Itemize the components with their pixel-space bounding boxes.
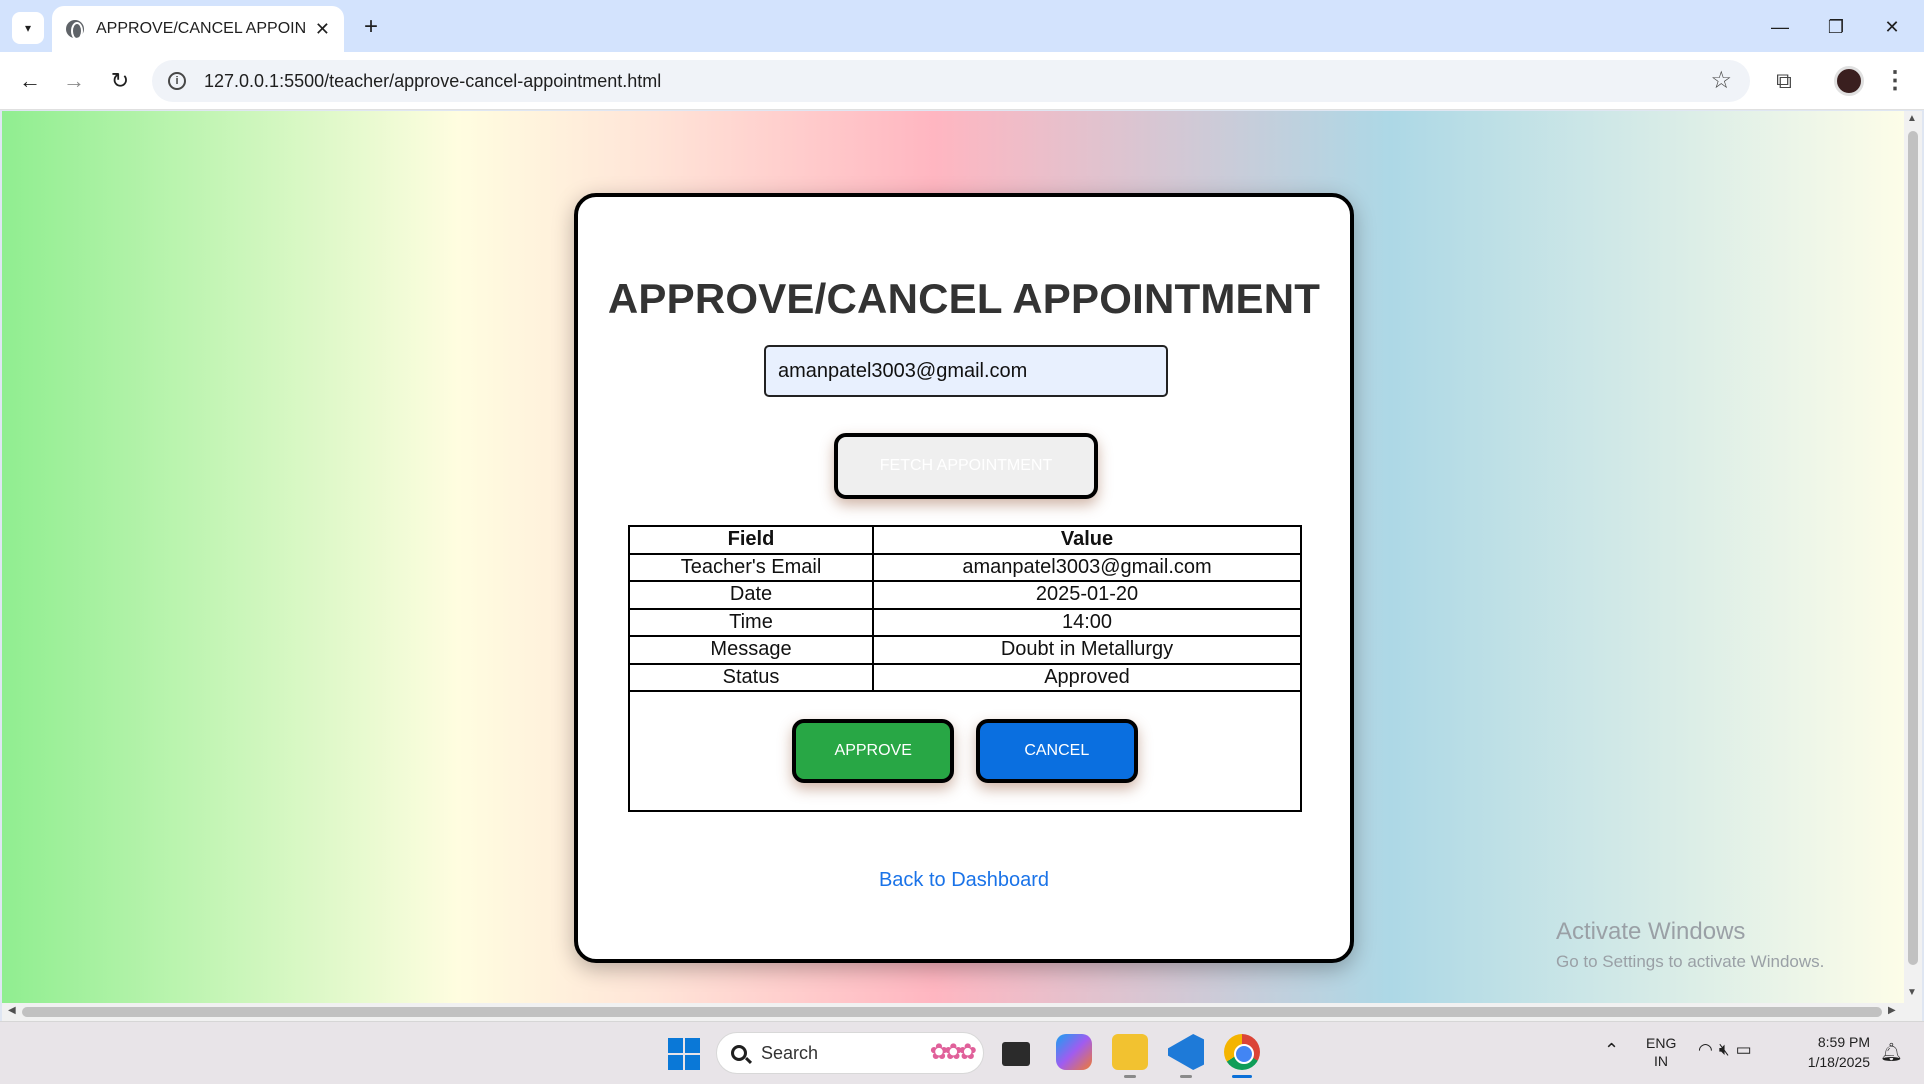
vscode-running-indicator — [1180, 1075, 1192, 1078]
taskbar-search-label: Search — [761, 1042, 819, 1063]
chrome-active-indicator — [1232, 1075, 1252, 1078]
header-value: Value — [872, 525, 1302, 555]
window-close-icon[interactable]: ✕ — [1872, 12, 1912, 42]
horizontal-scroll-thumb[interactable] — [22, 1007, 1882, 1017]
bookmark-star-icon[interactable]: ☆ — [1710, 66, 1732, 95]
row-field: Time — [628, 607, 874, 637]
table-row: Status Approved — [628, 662, 1302, 692]
file-explorer-icon[interactable] — [1112, 1034, 1148, 1070]
approve-button[interactable]: APPROVE — [792, 719, 955, 783]
back-arrow-icon[interactable]: ← — [14, 65, 46, 97]
scroll-left-arrow-icon[interactable]: ◀ — [8, 1005, 16, 1016]
row-field: Message — [628, 635, 874, 665]
clock-time: 8:59 PM — [1817, 1034, 1870, 1050]
site-globe-icon — [66, 20, 84, 40]
table-row: Time 14:00 — [628, 607, 1302, 637]
tulips-icon: ✿✿✿ — [929, 1039, 977, 1064]
page-title: APPROVE/CANCEL APPOINTMENT — [607, 275, 1321, 322]
lang-region: IN — [1654, 1053, 1668, 1069]
profile-avatar[interactable] — [1834, 66, 1864, 96]
scroll-up-arrow-icon[interactable]: ▲ — [1907, 113, 1917, 124]
table-row: Teacher's Email amanpatel3003@gmail.com — [628, 552, 1302, 582]
vertical-scrollbar[interactable]: ▲ ▼ — [1904, 111, 1922, 1003]
system-tray[interactable]: ◠🔇︎▭ — [1698, 1040, 1758, 1060]
row-field: Teacher's Email — [628, 552, 874, 582]
copilot-icon[interactable] — [1056, 1034, 1092, 1070]
table-row: Message Doubt in Metallurgy — [628, 635, 1302, 665]
tab-search-dropdown-icon[interactable]: ▾ — [12, 12, 44, 44]
activate-windows-title: Activate Windows — [1556, 918, 1746, 945]
appointment-details-table: Field Value Teacher's Email amanpatel300… — [628, 525, 1302, 812]
appointment-card: APPROVE/CANCEL APPOINTMENT FETCH APPOINT… — [574, 193, 1354, 963]
new-tab-plus-icon[interactable]: + — [356, 12, 386, 42]
browser-menu-icon[interactable]: ⋮ — [1880, 65, 1910, 97]
header-field: Field — [628, 525, 874, 555]
reload-icon[interactable]: ↻ — [104, 65, 136, 97]
chrome-icon[interactable] — [1224, 1034, 1260, 1070]
browser-tab-bar: ▾ APPROVE/CANCEL APPOINTME ✕ + — ❐ ✕ — [0, 0, 1924, 52]
lang-code: ENG — [1646, 1035, 1677, 1051]
actions-cell: APPROVE CANCEL — [628, 690, 1302, 812]
wifi-icon[interactable]: ◠ — [1698, 1040, 1719, 1059]
forward-arrow-icon[interactable]: → — [58, 65, 90, 97]
row-value: 2025-01-20 — [872, 580, 1302, 610]
show-hidden-icons-chevron-icon[interactable]: ⌃ — [1604, 1040, 1619, 1061]
row-value: amanpatel3003@gmail.com — [872, 552, 1302, 582]
table-header-row: Field Value — [628, 525, 1302, 555]
cancel-button[interactable]: CANCEL — [975, 719, 1138, 783]
row-field: Status — [628, 662, 874, 692]
tab-title: APPROVE/CANCEL APPOINTME — [96, 20, 306, 37]
row-value: Approved — [872, 662, 1302, 692]
browser-tab-active[interactable]: APPROVE/CANCEL APPOINTME ✕ — [52, 6, 344, 52]
windows-taskbar: Search ✿✿✿ ⌃ ENG IN ◠🔇︎▭ 8:59 PM 1/18/20… — [0, 1021, 1924, 1084]
scroll-right-arrow-icon[interactable]: ▶ — [1888, 1005, 1896, 1016]
row-value: Doubt in Metallurgy — [872, 635, 1302, 665]
fetch-appointment-button[interactable]: FETCH APPOINTMENT — [834, 433, 1098, 499]
task-view-icon[interactable] — [1002, 1042, 1030, 1066]
activate-windows-subtitle: Go to Settings to activate Windows. — [1556, 952, 1825, 971]
address-bar[interactable]: i 127.0.0.1:5500/teacher/approve-cancel-… — [152, 60, 1750, 102]
row-field: Date — [628, 580, 874, 610]
tab-close-icon[interactable]: ✕ — [315, 19, 330, 40]
taskbar-search-box[interactable]: Search ✿✿✿ — [716, 1032, 984, 1074]
row-value: 14:00 — [872, 607, 1302, 637]
volume-muted-icon[interactable]: 🔇︎ — [1719, 1040, 1736, 1059]
windows-start-icon[interactable] — [668, 1038, 700, 1070]
teacher-email-input[interactable] — [764, 345, 1168, 397]
url-text[interactable]: 127.0.0.1:5500/teacher/approve-cancel-ap… — [204, 71, 661, 92]
scroll-down-arrow-icon[interactable]: ▼ — [1907, 987, 1917, 998]
taskbar-clock[interactable]: 8:59 PM 1/18/2025 — [1790, 1032, 1870, 1072]
extensions-puzzle-icon[interactable]: ⧉ — [1768, 65, 1800, 97]
site-info-icon[interactable]: i — [168, 72, 186, 90]
actions-row: APPROVE CANCEL — [628, 690, 1302, 812]
clock-date: 1/18/2025 — [1807, 1054, 1870, 1070]
window-restore-icon[interactable]: ❐ — [1816, 12, 1856, 42]
battery-icon[interactable]: ▭ — [1736, 1040, 1758, 1059]
input-language-indicator[interactable]: ENG IN — [1646, 1034, 1676, 1070]
search-icon — [731, 1045, 747, 1061]
vscode-icon[interactable] — [1168, 1034, 1204, 1070]
back-to-dashboard-link[interactable]: Back to Dashboard — [578, 869, 1350, 892]
table-row: Date 2025-01-20 — [628, 580, 1302, 610]
vertical-scroll-thumb[interactable] — [1908, 131, 1918, 965]
notification-bell-icon[interactable]: 🔔︎ — [1880, 1042, 1903, 1063]
page-viewport: APPROVE/CANCEL APPOINTMENT FETCH APPOINT… — [2, 111, 1904, 1003]
explorer-running-indicator — [1124, 1075, 1136, 1078]
window-minimize-icon[interactable]: — — [1760, 12, 1800, 42]
browser-toolbar: ← → ↻ i 127.0.0.1:5500/teacher/approve-c… — [0, 52, 1924, 110]
horizontal-scrollbar[interactable]: ◀ ▶ — [2, 1003, 1922, 1021]
